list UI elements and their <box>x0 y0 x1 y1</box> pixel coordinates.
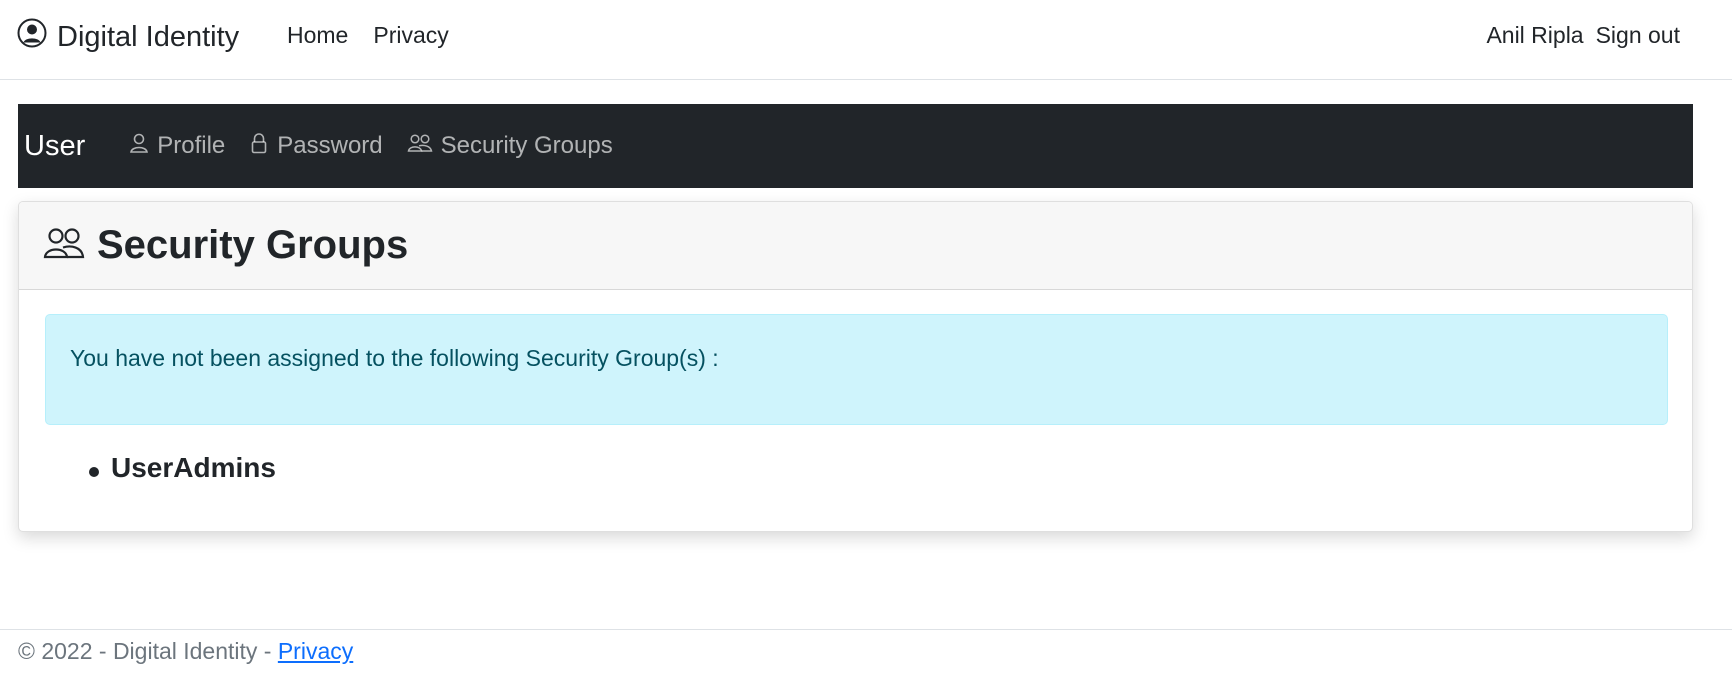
subnav-item-label: Security Groups <box>440 132 613 159</box>
people-icon <box>407 132 433 161</box>
subnav-item-label: Password <box>277 132 383 159</box>
security-group-list: UserAdmins <box>89 452 276 484</box>
person-circle-icon <box>17 18 47 56</box>
subnav-item-password[interactable]: Password <box>249 132 383 161</box>
top-navbar: Digital Identity Home Privacy Anil Ripla… <box>0 0 1732 80</box>
sign-out-link[interactable]: Sign out <box>1596 22 1680 49</box>
footer-privacy-link[interactable]: Privacy <box>278 638 353 664</box>
brand-text: Digital Identity <box>57 20 240 53</box>
people-icon <box>43 225 85 266</box>
list-item: UserAdmins <box>89 452 276 484</box>
user-nav: Anil Ripla Sign out <box>1486 22 1680 49</box>
footer: © 2022 - Digital Identity - Privacy <box>0 629 1732 687</box>
security-groups-card: Security Groups You have not been assign… <box>18 201 1693 532</box>
brand-link[interactable]: Digital Identity <box>17 18 239 56</box>
user-name-link[interactable]: Anil Ripla <box>1486 22 1583 49</box>
subnav-item-profile[interactable]: Profile <box>129 132 225 161</box>
info-alert: You have not been assigned to the follow… <box>45 314 1668 425</box>
nav-privacy-link[interactable]: Privacy <box>373 22 448 49</box>
subnav-title[interactable]: User <box>24 130 85 163</box>
card-header: Security Groups <box>19 202 1692 290</box>
alert-text: You have not been assigned to the follow… <box>70 345 719 371</box>
lock-icon <box>249 132 269 161</box>
subnav-item-label: Profile <box>157 132 226 159</box>
main-nav: Home Privacy <box>287 22 449 49</box>
footer-text: © 2022 - Digital Identity - <box>18 638 278 664</box>
user-subnav: User Profile Password Security Groups <box>18 104 1693 188</box>
person-icon <box>129 132 149 161</box>
subnav-item-security-groups[interactable]: Security Groups <box>407 132 613 161</box>
nav-home-link[interactable]: Home <box>287 22 348 49</box>
page-title: Security Groups <box>97 223 409 267</box>
